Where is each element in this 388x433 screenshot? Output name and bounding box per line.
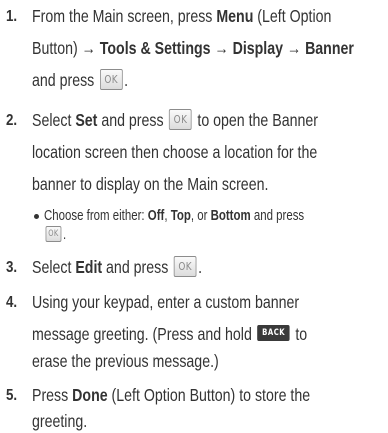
ok-key-icon: OK (45, 226, 62, 243)
option-bottom: Bottom (210, 208, 251, 224)
step-text-line: message greeting. (Press and hold BACK t… (32, 324, 307, 344)
ok-key-icon: OK (173, 255, 197, 277)
step-text-line: Press Done (Left Option Button) to store… (32, 385, 310, 405)
sub-bullet-text: Choose from either: Off, Top, or Bottom … (44, 207, 304, 225)
sub-bullet-text: OK. (44, 226, 66, 244)
text: , or (190, 208, 211, 224)
ok-key-icon: OK (99, 68, 123, 90)
text: message greeting. (Press and hold (32, 324, 256, 344)
text: . (62, 227, 67, 243)
text: Select (32, 110, 76, 130)
text: Choose from either: (44, 208, 148, 224)
text: and press (250, 208, 305, 224)
step-number: 3. (6, 259, 18, 276)
back-key-icon: BACK (257, 325, 290, 342)
text: Select (32, 257, 76, 277)
step-text-line: location screen then choose a location f… (32, 142, 317, 162)
option-off: Off (147, 208, 165, 224)
text: (Left Option (253, 6, 332, 26)
step-text-line: Select Set and press OK to open the Bann… (32, 108, 318, 132)
menu-label: Menu (216, 6, 254, 26)
text: From the Main screen, press (32, 6, 217, 26)
step-text-line: banner to display on the Main screen. (32, 174, 268, 194)
text: location screen then choose a location f… (32, 142, 318, 162)
text: Using your keypad, enter a custom banner (32, 292, 300, 312)
bullet-icon (34, 214, 39, 219)
set-label: Set (75, 110, 98, 130)
done-label: Done (72, 385, 108, 405)
step-number: 2. (6, 112, 18, 129)
text: . (198, 257, 203, 277)
step-text-line: Button) → Tools & Settings → Display → B… (32, 38, 354, 58)
text: to (291, 324, 308, 344)
option-top: Top (170, 208, 191, 224)
step-number: 1. (6, 8, 18, 25)
text: erase the previous message.) (32, 351, 219, 371)
step-text-line: erase the previous message.) (32, 351, 219, 371)
text: and press (32, 70, 99, 90)
text: Press (32, 385, 73, 405)
instruction-document: 1. From the Main screen, press Menu (Lef… (0, 0, 388, 433)
step-number: 4. (6, 294, 18, 311)
text: . (124, 70, 129, 90)
text: banner to display on the Main screen. (32, 174, 269, 194)
step-text-line: and press OK. (32, 68, 129, 92)
edit-label: Edit (75, 257, 103, 277)
step-text-line: greeting. (32, 411, 87, 431)
ok-key-icon: OK (169, 108, 192, 130)
text: Button) (32, 38, 82, 58)
step-text-line: Using your keypad, enter a custom banner (32, 292, 299, 312)
text: and press (102, 257, 173, 277)
step-number: 5. (6, 387, 18, 404)
text: and press (97, 110, 168, 130)
menu-path: → Tools & Settings → Display → Banner (81, 38, 354, 58)
step-text-line: Select Edit and press OK. (32, 255, 203, 279)
text: to open the Banner (193, 110, 318, 130)
text: (Left Option Button) to store the (107, 385, 311, 405)
step-text-line: From the Main screen, press Menu (Left O… (32, 6, 331, 26)
text: greeting. (32, 411, 88, 431)
